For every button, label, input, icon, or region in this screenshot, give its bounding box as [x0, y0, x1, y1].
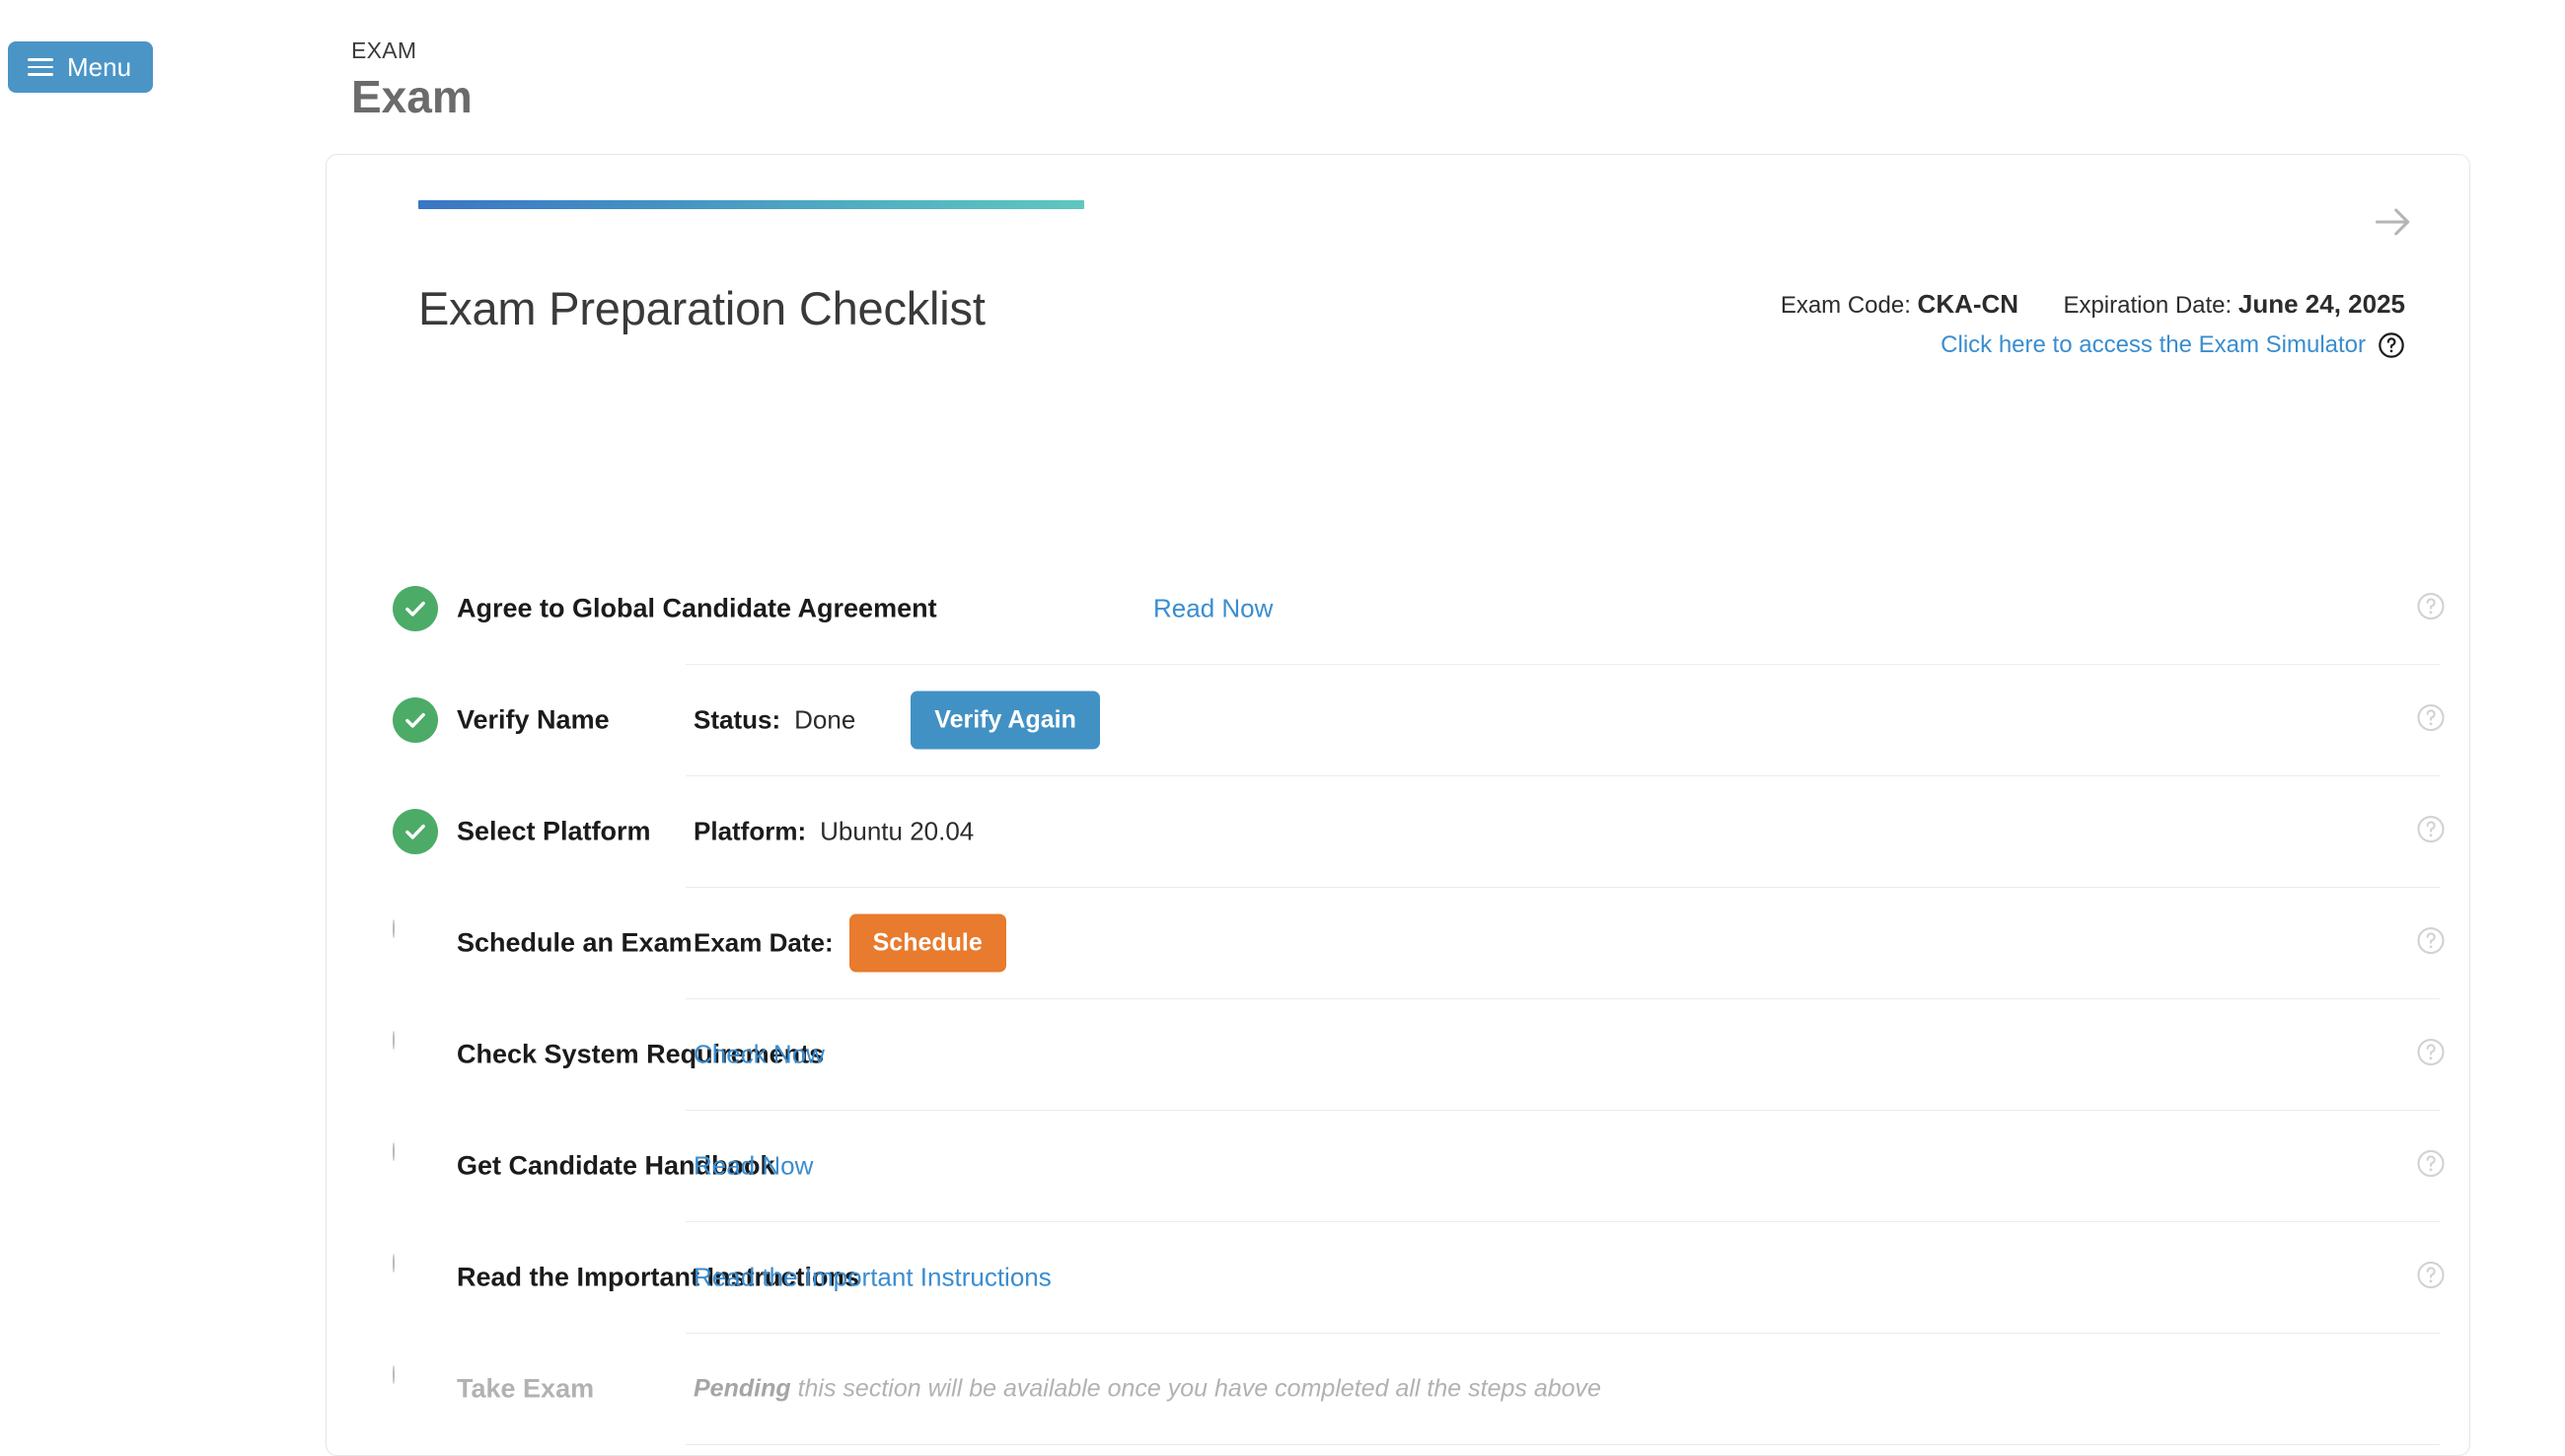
checklist-row: Take Exam Pending this section will be a… — [393, 1334, 2440, 1445]
schedule-button[interactable]: Schedule — [848, 913, 1006, 973]
help-circle-icon[interactable] — [2416, 926, 2446, 961]
breadcrumb: EXAM — [351, 37, 417, 63]
status-empty-icon — [393, 1142, 438, 1189]
exam-meta-line: Exam Code: CKA-CN Expiration Date: June … — [1781, 289, 2405, 320]
exam-code-label: Exam Code: — [1780, 292, 1911, 319]
exam-code-value: CKA-CN — [1917, 289, 2019, 319]
checklist-row-label: Agree to Global Candidate Agreement — [457, 593, 937, 623]
check-now-link[interactable]: Check Now — [694, 1040, 825, 1070]
page-title: Exam — [351, 70, 473, 122]
help-circle-icon[interactable] — [2416, 703, 2446, 738]
checklist-row-label: Schedule an Exam — [457, 927, 693, 958]
menu-button[interactable]: Menu — [8, 41, 154, 93]
read-now-link[interactable]: Read Now — [694, 1151, 813, 1182]
status-empty-icon — [393, 1365, 438, 1412]
status-check-icon — [393, 586, 438, 631]
help-circle-icon[interactable] — [2378, 331, 2405, 359]
read-now-link[interactable]: Read Now — [1153, 594, 1273, 624]
expiration-date-label: Expiration Date: — [2063, 292, 2233, 319]
pending-message: Pending this section will be available o… — [694, 1375, 1601, 1404]
help-circle-icon[interactable] — [2416, 592, 2446, 626]
page-header: EXAM Exam — [351, 37, 473, 124]
hamburger-icon — [28, 58, 53, 76]
checklist-row-label: Verify Name — [457, 704, 610, 735]
arrow-right-icon[interactable] — [2370, 198, 2417, 246]
verify-again-button[interactable]: Verify Again — [911, 691, 1100, 750]
help-circle-icon[interactable] — [2416, 1261, 2446, 1295]
status-value: Done — [794, 704, 856, 735]
checklist-row: Schedule an Exam Exam Date: Schedule — [393, 888, 2445, 999]
checklist-row-label: Select Platform — [457, 816, 651, 846]
checklist-row: Check System Requirements Check Now — [393, 999, 2445, 1111]
status-label: Status: — [694, 704, 781, 735]
platform-value: Ubuntu 20.04 — [820, 816, 975, 846]
exam-meta: Exam Code: CKA-CN Expiration Date: June … — [1781, 289, 2405, 359]
checklist-row: Verify Name Status: Done Verify Again — [393, 665, 2445, 776]
status-empty-icon — [393, 919, 438, 966]
status-check-icon — [393, 809, 438, 854]
progress-gradient-bar — [418, 200, 1084, 209]
checklist-rows: Agree to Global Candidate Agreement Read… — [327, 553, 2469, 1445]
read-important-instructions-link[interactable]: Read the Important Instructions — [694, 1263, 1052, 1293]
status-empty-icon — [393, 1254, 438, 1300]
help-circle-icon[interactable] — [2416, 1038, 2446, 1072]
checklist-row: Select Platform Platform: Ubuntu 20.04 — [393, 776, 2445, 888]
pending-text: this section will be available once you … — [797, 1374, 1601, 1403]
help-circle-icon[interactable] — [2416, 815, 2446, 849]
menu-button-label: Menu — [67, 52, 132, 82]
expiration-date-value: June 24, 2025 — [2237, 289, 2405, 319]
exam-checklist-card: Exam Preparation Checklist Exam Code: CK… — [326, 154, 2470, 1456]
exam-simulator-link[interactable]: Click here to access the Exam Simulator — [1941, 331, 2366, 359]
platform-label: Platform: — [694, 816, 807, 846]
status-check-icon — [393, 697, 438, 743]
exam-date-label: Exam Date: — [694, 927, 834, 958]
checklist-row-label: Take Exam — [457, 1373, 595, 1404]
card-header: Exam Preparation Checklist Exam Code: CK… — [418, 281, 2420, 358]
help-circle-icon[interactable] — [2416, 1149, 2446, 1184]
checklist-row: Get Candidate Handbook Read Now — [393, 1111, 2445, 1222]
checklist-row: Read the Important Instructions Read the… — [393, 1222, 2445, 1334]
pending-badge: Pending — [694, 1374, 791, 1403]
status-empty-icon — [393, 1031, 438, 1077]
checklist-row: Agree to Global Candidate Agreement Read… — [393, 553, 2445, 665]
